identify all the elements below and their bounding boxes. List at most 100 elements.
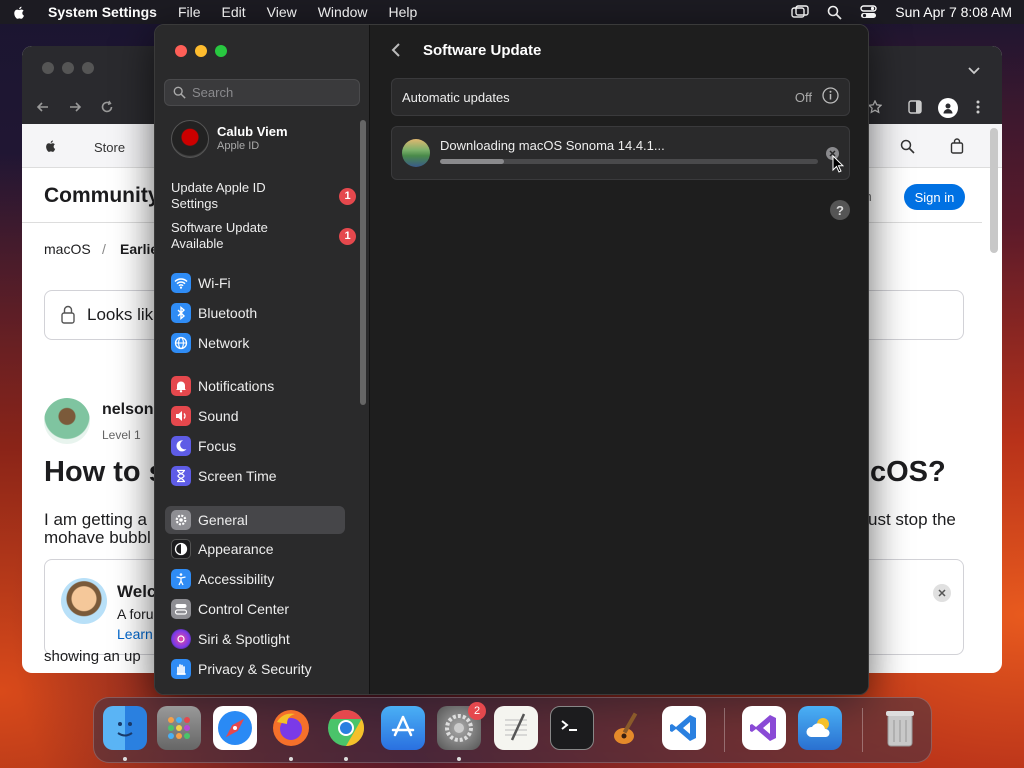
question-title-end: cOS? <box>870 456 946 488</box>
notice-label: Software Update Available <box>171 220 268 251</box>
dock-separator <box>862 708 863 752</box>
dock-launchpad-icon[interactable] <box>157 706 201 750</box>
bell-icon <box>171 376 191 396</box>
sidebar-item-appearance[interactable]: Appearance <box>165 536 345 562</box>
download-progress-bar <box>440 159 818 164</box>
dock-trash-icon[interactable] <box>878 706 922 750</box>
system-settings-window: Calub Viem Apple ID Update Apple ID Sett… <box>154 24 869 695</box>
sidebar-item-accessibility[interactable]: Accessibility <box>165 566 345 592</box>
browser-back-icon[interactable] <box>36 100 50 114</box>
browser-chevron-down-icon[interactable] <box>968 66 980 76</box>
hourglass-icon <box>171 466 191 486</box>
bluetooth-icon <box>171 303 191 323</box>
wifi-icon <box>171 273 191 293</box>
user-avatar[interactable] <box>44 398 90 444</box>
menu-help[interactable]: Help <box>389 4 418 20</box>
shopping-bag-icon[interactable] <box>950 138 964 154</box>
account-subtitle: Apple ID <box>217 140 260 152</box>
sidebar-scrollbar[interactable] <box>360 120 366 405</box>
lock-notice-text: Looks lik <box>87 305 154 324</box>
help-button[interactable]: ? <box>830 200 850 220</box>
dock-settings-badge: 2 <box>468 702 486 720</box>
sidebar-item-network[interactable]: Network <box>165 330 345 356</box>
menu-edit[interactable]: Edit <box>222 4 246 20</box>
sidebar-item-sound[interactable]: Sound <box>165 403 345 429</box>
apple-menu-icon[interactable] <box>12 4 28 20</box>
notice-software-update[interactable]: Software Update Available 1 <box>171 220 356 252</box>
breadcrumb-earlier[interactable]: Earlie <box>120 241 158 257</box>
browser-traffic-lights <box>42 62 94 74</box>
sidebar-item-screen-time[interactable]: Screen Time <box>165 463 345 489</box>
dock-weather-icon[interactable] <box>798 706 842 750</box>
sidebar-item-label: Sound <box>198 408 239 424</box>
zoom-window-button[interactable] <box>215 45 227 57</box>
dock-chrome-icon[interactable] <box>324 706 368 750</box>
sidebar-item-notifications[interactable]: Notifications <box>165 373 345 399</box>
browser-forward-icon[interactable] <box>68 100 82 114</box>
automatic-updates-row[interactable]: Automatic updates Off <box>391 78 850 116</box>
bookmark-star-icon[interactable] <box>868 100 882 114</box>
browser-reload-icon[interactable] <box>100 100 114 114</box>
apple-logo-icon[interactable] <box>44 138 58 154</box>
dock-visual-studio-icon[interactable] <box>742 706 786 750</box>
screen-mirroring-icon[interactable] <box>791 5 809 19</box>
menu-view[interactable]: View <box>267 4 297 20</box>
dock-finder-icon[interactable] <box>103 706 147 750</box>
notice-update-apple-id[interactable]: Update Apple ID Settings 1 <box>171 180 356 212</box>
sidebar-item-label: Accessibility <box>198 571 275 587</box>
menu-file[interactable]: File <box>178 4 201 20</box>
nav-store[interactable]: Store <box>94 140 125 155</box>
sidebar-item-siri-spotlight[interactable]: Siri & Spotlight <box>165 626 345 652</box>
sidebar-item-focus[interactable]: Focus <box>165 433 345 459</box>
dock-garageband-icon[interactable] <box>606 706 650 750</box>
window-traffic-lights <box>175 45 227 57</box>
control-center-icon[interactable] <box>860 5 877 19</box>
apple-id-account[interactable]: Calub Viem Apple ID <box>171 120 288 158</box>
sidebar-item-control-center[interactable]: Control Center <box>165 596 345 622</box>
browser-more-icon[interactable] <box>976 100 980 114</box>
menu-bar: System Settings File Edit View Window He… <box>0 0 1024 24</box>
settings-search[interactable] <box>164 79 360 106</box>
macos-sonoma-icon <box>402 139 430 167</box>
profile-icon[interactable] <box>938 98 958 118</box>
post-author[interactable]: nelson <box>102 401 154 419</box>
info-icon[interactable] <box>822 87 839 107</box>
sidebar-toggle-icon[interactable] <box>908 100 922 114</box>
question-title-start: How to s <box>44 456 165 488</box>
body-line-2: mohave bubbl <box>44 528 151 547</box>
sidebar-item-label: Screen Time <box>198 468 277 484</box>
breadcrumb-macos[interactable]: macOS <box>44 241 91 257</box>
hand-icon <box>171 659 191 679</box>
dock-running-indicator <box>457 757 461 761</box>
sidebar-item-bluetooth[interactable]: Bluetooth <box>165 300 345 326</box>
search-input[interactable] <box>192 85 352 100</box>
browser-scrollbar[interactable] <box>990 128 998 253</box>
notice-badge: 1 <box>339 227 356 245</box>
sign-in-button[interactable]: Sign in <box>904 184 965 210</box>
sidebar-item-general[interactable]: General <box>165 506 345 534</box>
menu-window[interactable]: Window <box>318 4 368 20</box>
menu-app-name[interactable]: System Settings <box>48 4 157 20</box>
dock-safari-icon[interactable] <box>213 706 257 750</box>
dock-app-store-icon[interactable] <box>381 706 425 750</box>
dock-vscode-icon[interactable] <box>662 706 706 750</box>
dock-textedit-icon[interactable] <box>494 706 538 750</box>
sidebar-item-wifi[interactable]: Wi-Fi <box>165 270 345 296</box>
spotlight-search-icon[interactable] <box>827 5 842 20</box>
close-banner-icon[interactable] <box>933 584 951 602</box>
pane-header: Software Update <box>391 40 541 60</box>
sidebar-item-label: Network <box>198 335 250 351</box>
dock-terminal-icon[interactable] <box>550 706 594 750</box>
welcome-learn-link[interactable]: Learn <box>117 626 153 642</box>
dock-firefox-icon[interactable] <box>269 706 313 750</box>
back-chevron-icon[interactable] <box>391 40 407 60</box>
minimize-window-button[interactable] <box>195 45 207 57</box>
close-window-button[interactable] <box>175 45 187 57</box>
menu-clock[interactable]: Sun Apr 7 8:08 AM <box>895 4 1012 20</box>
memoji-avatar <box>61 578 107 624</box>
sidebar-item-privacy-security[interactable]: Privacy & Security <box>165 656 345 682</box>
site-search-icon[interactable] <box>900 139 915 154</box>
appearance-icon <box>171 539 191 559</box>
speaker-icon <box>171 406 191 426</box>
lock-icon <box>61 305 75 324</box>
